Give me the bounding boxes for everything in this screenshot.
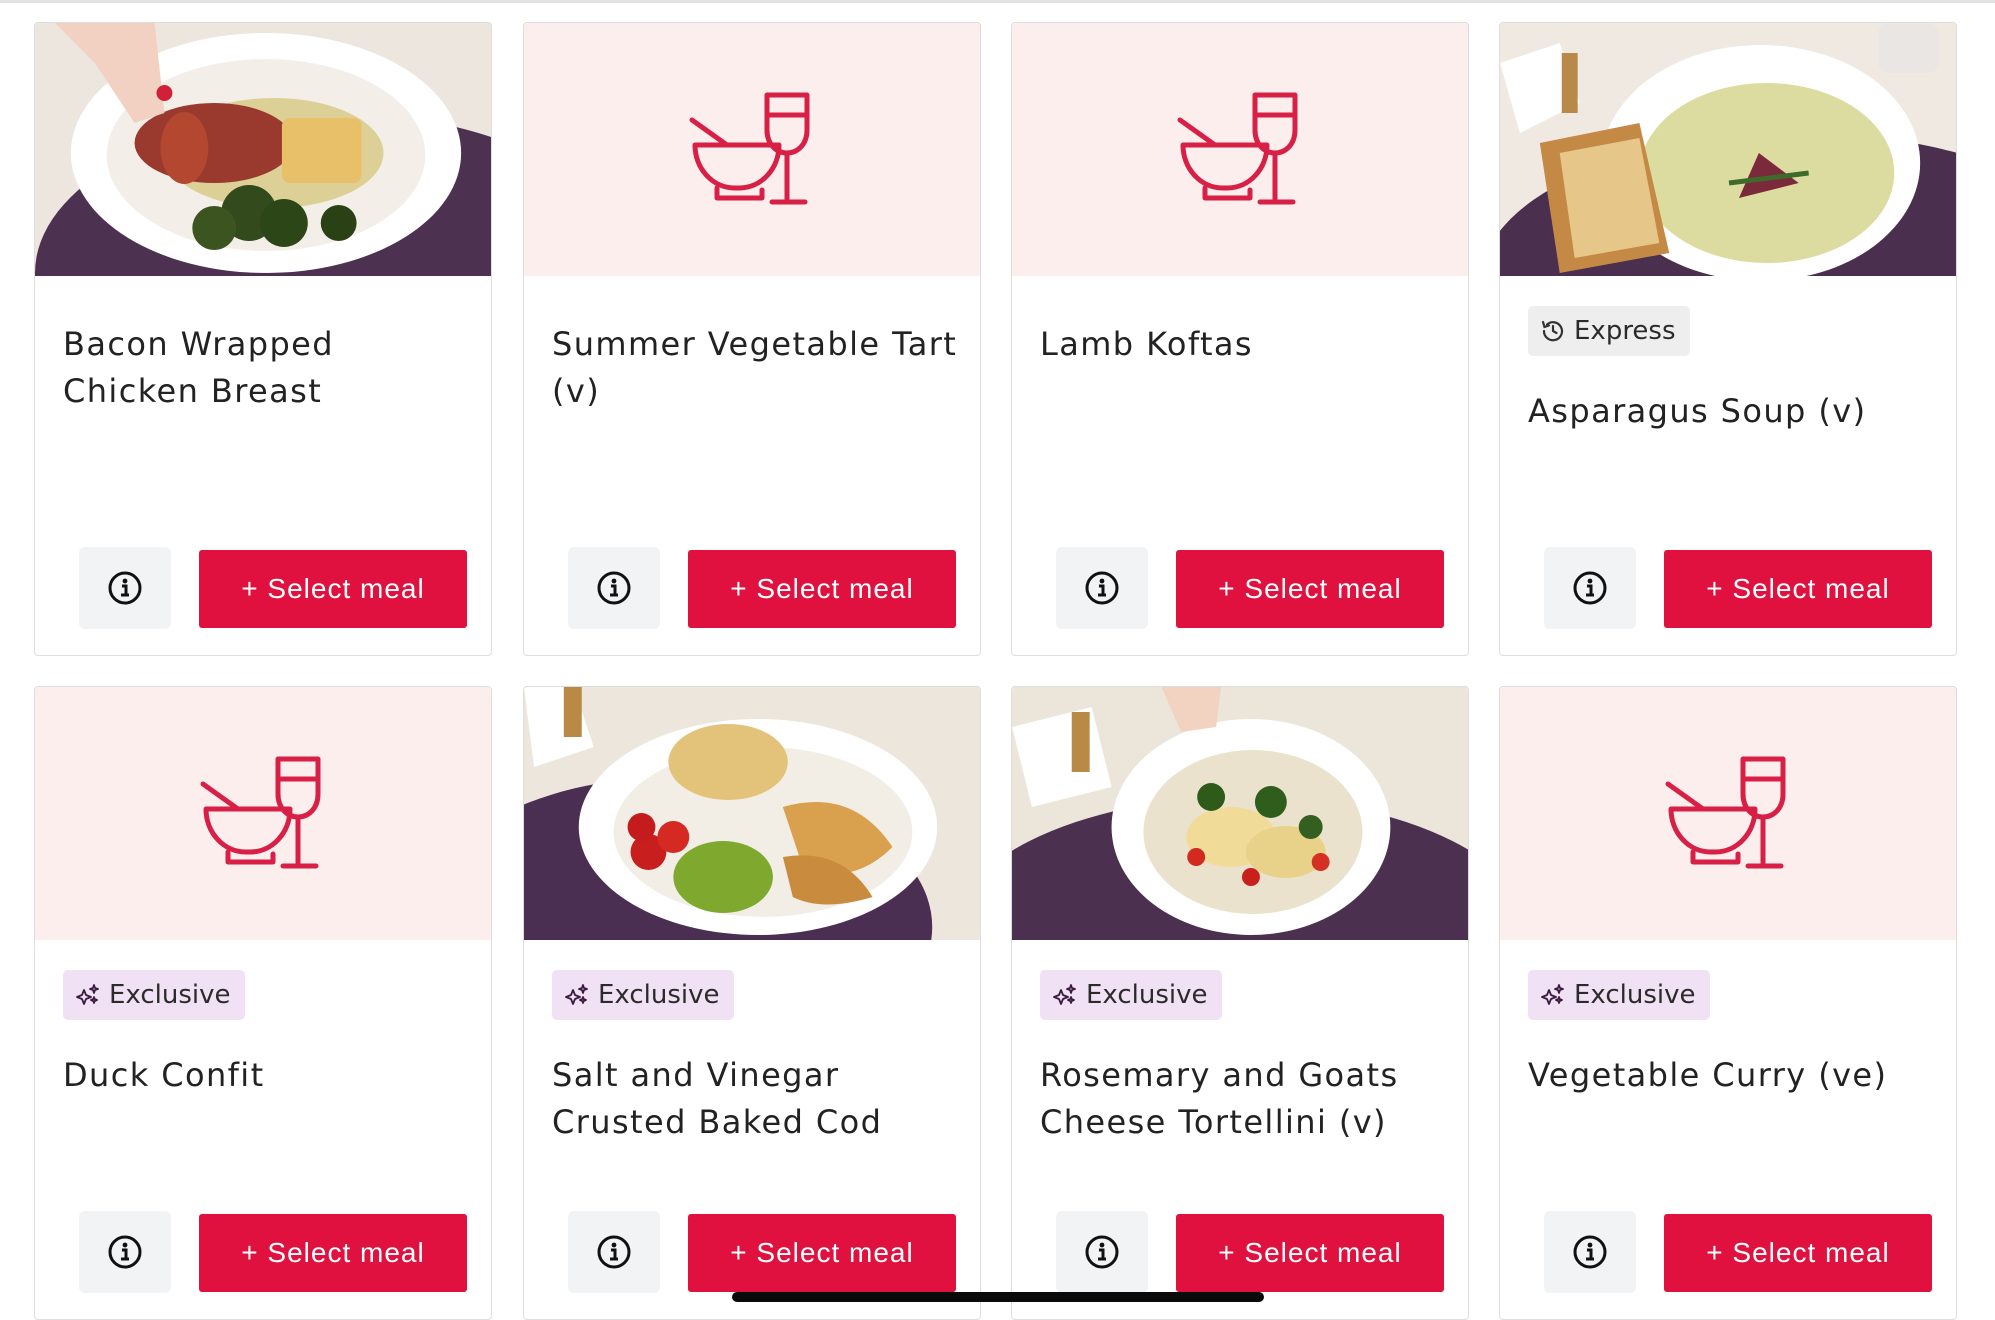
select-meal-button[interactable]: + Select meal [1664,550,1932,628]
info-icon [597,571,631,605]
info-icon [1573,571,1607,605]
info-icon [108,571,142,605]
meal-title: Summer Vegetable Tart (v) [552,325,958,410]
meal-title: Rosemary and Goats Cheese Tortellini (v) [1040,1056,1399,1141]
info-icon [597,1235,631,1269]
exclusive-badge: Exclusive [552,970,734,1020]
badge-label: Exclusive [1574,980,1696,1010]
info-button[interactable] [568,547,660,629]
meal-placeholder [524,23,980,276]
clock-history-icon [1540,318,1566,344]
meal-card: Summer Vegetable Tart (v) + Select meal [523,22,981,656]
meal-card: Exclusive Salt and Vinegar Crusted Baked… [523,686,981,1320]
select-meal-button[interactable]: + Select meal [688,550,956,628]
select-meal-button[interactable]: + Select meal [199,550,467,628]
meal-card: Exclusive Duck Confit + Select meal [34,686,492,1320]
sparkles-icon [1052,982,1078,1008]
badge-label: Exclusive [598,980,720,1010]
sparkles-icon [1540,982,1566,1008]
bowl-wine-icon [1663,754,1793,874]
bowl-wine-icon [687,90,817,210]
express-badge: Express [1528,306,1690,356]
select-meal-button[interactable]: + Select meal [1176,1214,1444,1292]
exclusive-badge: Exclusive [63,970,245,1020]
bowl-wine-icon [1175,90,1305,210]
meal-photo-soup [1500,23,1956,276]
select-meal-button[interactable]: + Select meal [1176,550,1444,628]
badge-label: Exclusive [109,980,231,1010]
info-icon [1085,1235,1119,1269]
meal-photo-cod [524,687,980,940]
info-button[interactable] [1544,547,1636,629]
meal-card: Exclusive Vegetable Curry (ve) + Select … [1499,686,1957,1320]
exclusive-badge: Exclusive [1528,970,1710,1020]
meal-title: Bacon Wrapped Chicken Breast [63,325,334,410]
meal-card: Exclusive Rosemary and Goats Cheese Tort… [1011,686,1469,1320]
meal-title: Vegetable Curry (ve) [1528,1056,1888,1094]
select-meal-button[interactable]: + Select meal [199,1214,467,1292]
badge-label: Express [1574,316,1676,346]
info-icon [1573,1235,1607,1269]
meal-card: Bacon Wrapped Chicken Breast + Select me… [34,22,492,656]
home-indicator[interactable] [732,1292,1264,1302]
sparkles-icon [564,982,590,1008]
info-button[interactable] [79,1211,171,1293]
meal-title: Lamb Koftas [1040,325,1253,363]
info-button[interactable] [1544,1211,1636,1293]
meal-photo-tortellini [1012,687,1468,940]
meal-card: Lamb Koftas + Select meal [1011,22,1469,656]
select-meal-button[interactable]: + Select meal [1664,1214,1932,1292]
meal-title: Asparagus Soup (v) [1528,392,1867,430]
info-button[interactable] [1056,547,1148,629]
exclusive-badge: Exclusive [1040,970,1222,1020]
info-icon [108,1235,142,1269]
meal-placeholder [1012,23,1468,276]
top-divider [0,0,1995,3]
meal-title: Duck Confit [63,1056,265,1094]
meal-placeholder [35,687,491,940]
sparkles-icon [75,982,101,1008]
select-meal-button[interactable]: + Select meal [688,1214,956,1292]
meal-photo-chicken [35,23,491,276]
info-icon [1085,571,1119,605]
info-button[interactable] [1056,1211,1148,1293]
info-button[interactable] [568,1211,660,1293]
bowl-wine-icon [198,754,328,874]
meal-title: Salt and Vinegar Crusted Baked Cod [552,1056,883,1141]
meal-card: Express Asparagus Soup (v) + Select meal [1499,22,1957,656]
info-button[interactable] [79,547,171,629]
badge-label: Exclusive [1086,980,1208,1010]
meal-placeholder [1500,687,1956,940]
